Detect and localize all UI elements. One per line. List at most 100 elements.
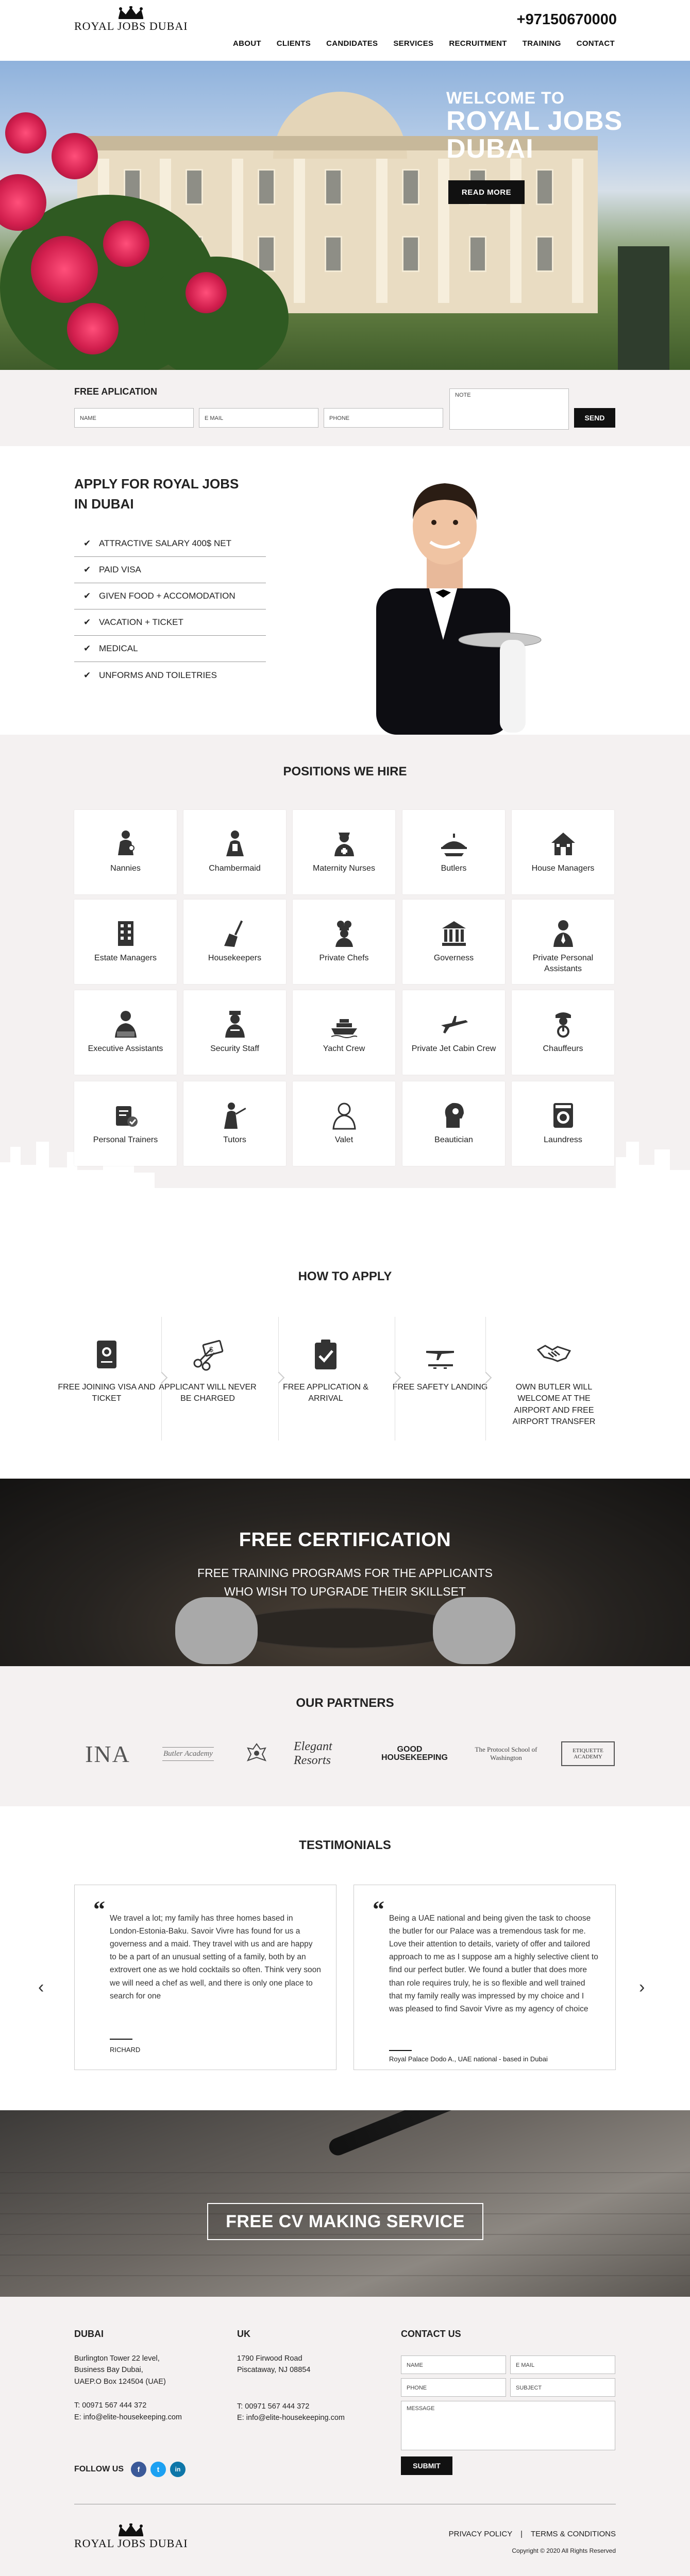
footer-links: PRIVACY POLICY | TERMS & CONDITIONS [449, 2530, 616, 2538]
nav-training[interactable]: TRAINING [523, 39, 561, 48]
privacy-link[interactable]: PRIVACY POLICY [449, 2530, 512, 2538]
benefit-label: GIVEN FOOD + ACCOMODATION [99, 591, 235, 601]
contact-phone-input[interactable]: PHONE [401, 2378, 506, 2397]
check-icon: ✔ [83, 643, 91, 653]
position-card[interactable]: Yacht Crew [293, 990, 395, 1075]
footer-dubai-phone[interactable]: T: 00971 567 444 372 [74, 2400, 208, 2411]
how-step: $ APPLICANT WILL NEVER BE CHARGED [156, 1317, 259, 1440]
position-card[interactable]: Private Jet Cabin Crew [402, 990, 505, 1075]
partner-gh-text: GOOD HOUSEKEEPING [381, 1745, 448, 1762]
footer-uk: UK 1790 Firwood Road Piscataway, NJ 0885… [237, 2329, 371, 2424]
facebook-icon[interactable]: f [130, 2462, 146, 2477]
partner-etiquette-text: ETIQUETTE ACADEMY [561, 1741, 615, 1766]
twitter-icon[interactable]: t [150, 2462, 166, 2477]
position-card[interactable]: Nannies [74, 810, 177, 894]
prev-arrow-icon[interactable]: ‹ [38, 1977, 44, 1997]
hero-image-lamp [618, 246, 669, 370]
contact-email-input[interactable]: E MAIL [510, 2355, 615, 2374]
position-card[interactable]: Housekeepers [183, 900, 286, 984]
nav-candidates[interactable]: CANDIDATES [326, 39, 378, 48]
partner-logo-ina[interactable]: INA [74, 1738, 141, 1769]
position-card[interactable]: Executive Assistants [74, 990, 177, 1075]
position-card[interactable]: Chambermaid [183, 810, 286, 894]
position-card[interactable]: House Managers [512, 810, 614, 894]
cv-service-button[interactable]: FREE CV MAKING SERVICE [207, 2203, 483, 2240]
position-label: Chambermaid [209, 864, 261, 873]
note-textarea[interactable]: NOTE [449, 388, 569, 430]
position-card[interactable]: Butlers [402, 810, 505, 894]
terms-link[interactable]: TERMS & CONDITIONS [531, 2530, 616, 2538]
position-card[interactable]: Valet [293, 1081, 395, 1166]
position-card[interactable]: Chauffeurs [512, 990, 614, 1075]
position-label: Chauffeurs [543, 1044, 583, 1053]
partner-ina-text: INA [85, 1740, 130, 1767]
security-icon [225, 1011, 245, 1038]
read-more-button[interactable]: READ MORE [448, 180, 525, 204]
footer-dubai-email[interactable]: E: info@elite-housekeeping.com [74, 2412, 208, 2423]
linkedin-icon[interactable]: in [170, 2462, 186, 2477]
partner-logo-good-housekeeping[interactable]: GOOD HOUSEKEEPING [381, 1738, 448, 1769]
partner-logo-elegant-resorts[interactable]: Elegant Resorts [294, 1738, 366, 1769]
partner-logo-etiquette-academy[interactable]: ETIQUETTE ACADEMY [561, 1738, 615, 1769]
partner-logo-butler-academy[interactable]: Butler Academy [160, 1738, 216, 1769]
how-step: OWN BUTLER WILL WELCOME AT THE AIRPORT A… [502, 1317, 605, 1440]
nav-contact[interactable]: CONTACT [577, 39, 615, 48]
position-label: Yacht Crew [323, 1044, 365, 1053]
testimonial-text: We travel a lot; my family has three hom… [110, 1914, 321, 2001]
contact-subject-input[interactable]: SUBJECT [510, 2378, 615, 2397]
benefits-title: APPLY FOR ROYAL JOBS IN DUBAI [74, 474, 239, 514]
certification-text: FREE TRAINING PROGRAMS FOR THE APPLICANT… [0, 1564, 690, 1601]
footer-dubai: DUBAI Burlington Tower 22 level, Busines… [74, 2329, 208, 2423]
position-label: Maternity Nurses [313, 864, 375, 873]
position-card[interactable]: Governess [402, 900, 505, 984]
how-to-apply-section: HOW TO APPLY FREE JOINING VISA AND TICKE… [0, 1224, 690, 1479]
position-label: Housekeepers [208, 954, 262, 962]
nav-about[interactable]: ABOUT [233, 39, 261, 48]
site-header: ROYAL JOBS DUBAI +97150670000 ABOUT CLIE… [0, 0, 690, 61]
partner-logo-protocol-school[interactable]: The Protocol School of Washington [470, 1738, 542, 1769]
position-card[interactable]: Personal Trainers [74, 1081, 177, 1166]
hero-title: WELCOME TO ROYAL JOBS DUBAI [446, 89, 623, 163]
footer-uk-email[interactable]: E: info@elite-housekeeping.com [237, 2412, 371, 2424]
phone-input[interactable]: PHONE [324, 408, 443, 428]
send-button[interactable]: SEND [574, 408, 615, 428]
position-label: Laundress [544, 1136, 582, 1144]
logo[interactable]: ROYAL JOBS DUBAI [74, 6, 188, 33]
nav-clients[interactable]: CLIENTS [277, 39, 311, 48]
partner-logo-crest[interactable] [241, 1738, 272, 1769]
nav-recruitment[interactable]: RECRUITMENT [449, 39, 507, 48]
testimonials-section: TESTIMONIALS ‹ › “ We travel a lot; my f… [0, 1806, 690, 2110]
certification-line1: FREE TRAINING PROGRAMS FOR THE APPLICANT… [197, 1566, 493, 1580]
nav-services[interactable]: SERVICES [393, 39, 433, 48]
hero-title-line1: ROYAL JOBS [446, 106, 623, 136]
position-card[interactable]: Tutors [183, 1081, 286, 1166]
nurse-icon [334, 833, 354, 856]
benefit-item: ✔ ATTRACTIVE SALARY 400$ NET [74, 531, 266, 557]
footer-logo[interactable]: ROYAL JOBS DUBAI [74, 2523, 188, 2550]
contact-name-input[interactable]: NAME [401, 2355, 506, 2374]
position-card[interactable]: Private Chefs [293, 900, 395, 984]
position-card[interactable]: Estate Managers [74, 900, 177, 984]
position-card[interactable]: Private Personal Assistants [512, 900, 614, 984]
contact-message-textarea[interactable]: MESSAGE [401, 2401, 615, 2450]
position-card[interactable]: Beautician [402, 1081, 505, 1166]
chambermaid-icon [226, 831, 244, 856]
next-arrow-icon[interactable]: › [639, 1977, 645, 1997]
assistant-icon [553, 920, 573, 947]
partners-section: OUR PARTNERS INA Butler Academy Elegant … [0, 1666, 690, 1806]
header-phone[interactable]: +97150670000 [517, 11, 617, 28]
how-step: FREE JOINING VISA AND TICKET [55, 1317, 158, 1440]
submit-button[interactable]: SUBMIT [401, 2456, 452, 2475]
waiter-image [376, 483, 542, 735]
position-card[interactable]: Laundress [512, 1081, 614, 1166]
email-input[interactable]: E MAIL [199, 408, 318, 428]
position-card[interactable]: Maternity Nurses [293, 810, 395, 894]
footer-uk-phone[interactable]: T: 00971 567 444 372 [237, 2401, 371, 2412]
partner-protocol-text: The Protocol School of Washington [475, 1745, 537, 1761]
name-input[interactable]: NAME [74, 408, 194, 428]
benefits-title-line2: IN DUBAI [74, 496, 134, 512]
tutor-icon [224, 1103, 246, 1129]
position-card[interactable]: Security Staff [183, 990, 286, 1075]
certification-title: FREE CERTIFICATION [239, 1529, 451, 1551]
footer-dubai-title: DUBAI [74, 2329, 104, 2339]
